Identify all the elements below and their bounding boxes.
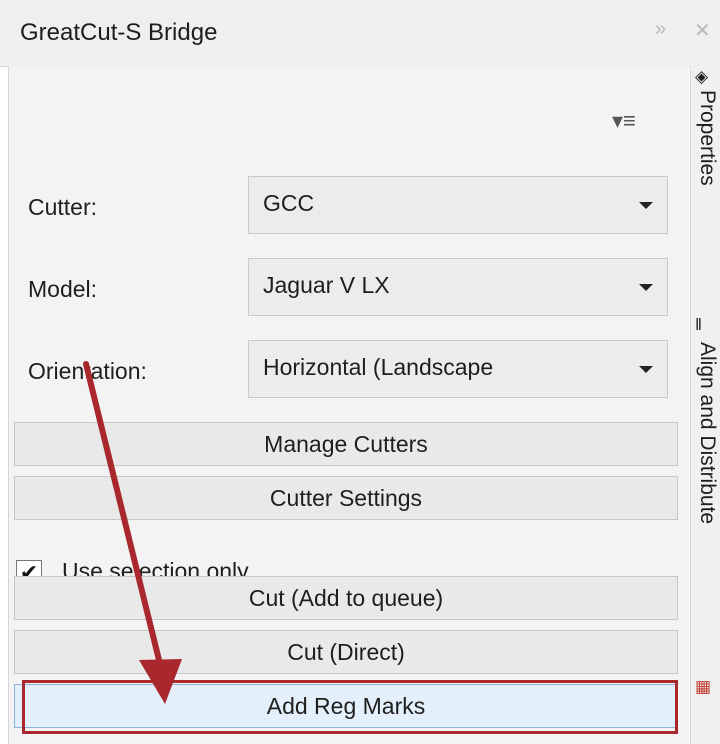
collapse-icon[interactable]: » — [655, 18, 666, 41]
model-value: Jaguar V LX — [263, 272, 390, 298]
docker-sidebar: ◈ Properties ‖ Align and Distribute ▦ — [690, 66, 720, 744]
orientation-select[interactable]: Horizontal (Landscape — [248, 340, 668, 398]
cutter-settings-button[interactable]: Cutter Settings — [14, 476, 678, 520]
cutter-value: GCC — [263, 190, 315, 216]
close-icon[interactable]: ✕ — [694, 18, 711, 43]
chevron-down-icon — [639, 366, 653, 373]
panel-menu-icon[interactable]: ▾≡ — [612, 108, 662, 134]
panel-header: GreatCut-S Bridge » ✕ — [0, 0, 720, 67]
model-label: Model: — [28, 276, 98, 302]
cutter-label: Cutter: — [28, 194, 98, 220]
cut-direct-button[interactable]: Cut (Direct) — [14, 630, 678, 674]
chevron-down-icon — [639, 202, 653, 209]
model-select[interactable]: Jaguar V LX — [248, 258, 668, 316]
tab-properties[interactable]: Properties — [693, 90, 719, 186]
cut-add-to-queue-button[interactable]: Cut (Add to queue) — [14, 576, 678, 620]
properties-icon: ◈ — [695, 67, 709, 86]
orientation-label: Orientation: — [28, 358, 147, 384]
align-icon: ‖ — [695, 315, 703, 334]
cutter-select[interactable]: GCC — [248, 176, 668, 234]
manage-cutters-button[interactable]: Manage Cutters — [14, 422, 678, 466]
palette-icon: ▦ — [695, 677, 712, 696]
highlight-box — [22, 680, 678, 734]
chevron-down-icon — [639, 284, 653, 291]
panel-title: GreatCut-S Bridge — [20, 19, 218, 46]
tab-align-and-distribute[interactable]: Align and Distribute — [693, 342, 719, 524]
orientation-value: Horizontal (Landscape — [263, 354, 494, 380]
